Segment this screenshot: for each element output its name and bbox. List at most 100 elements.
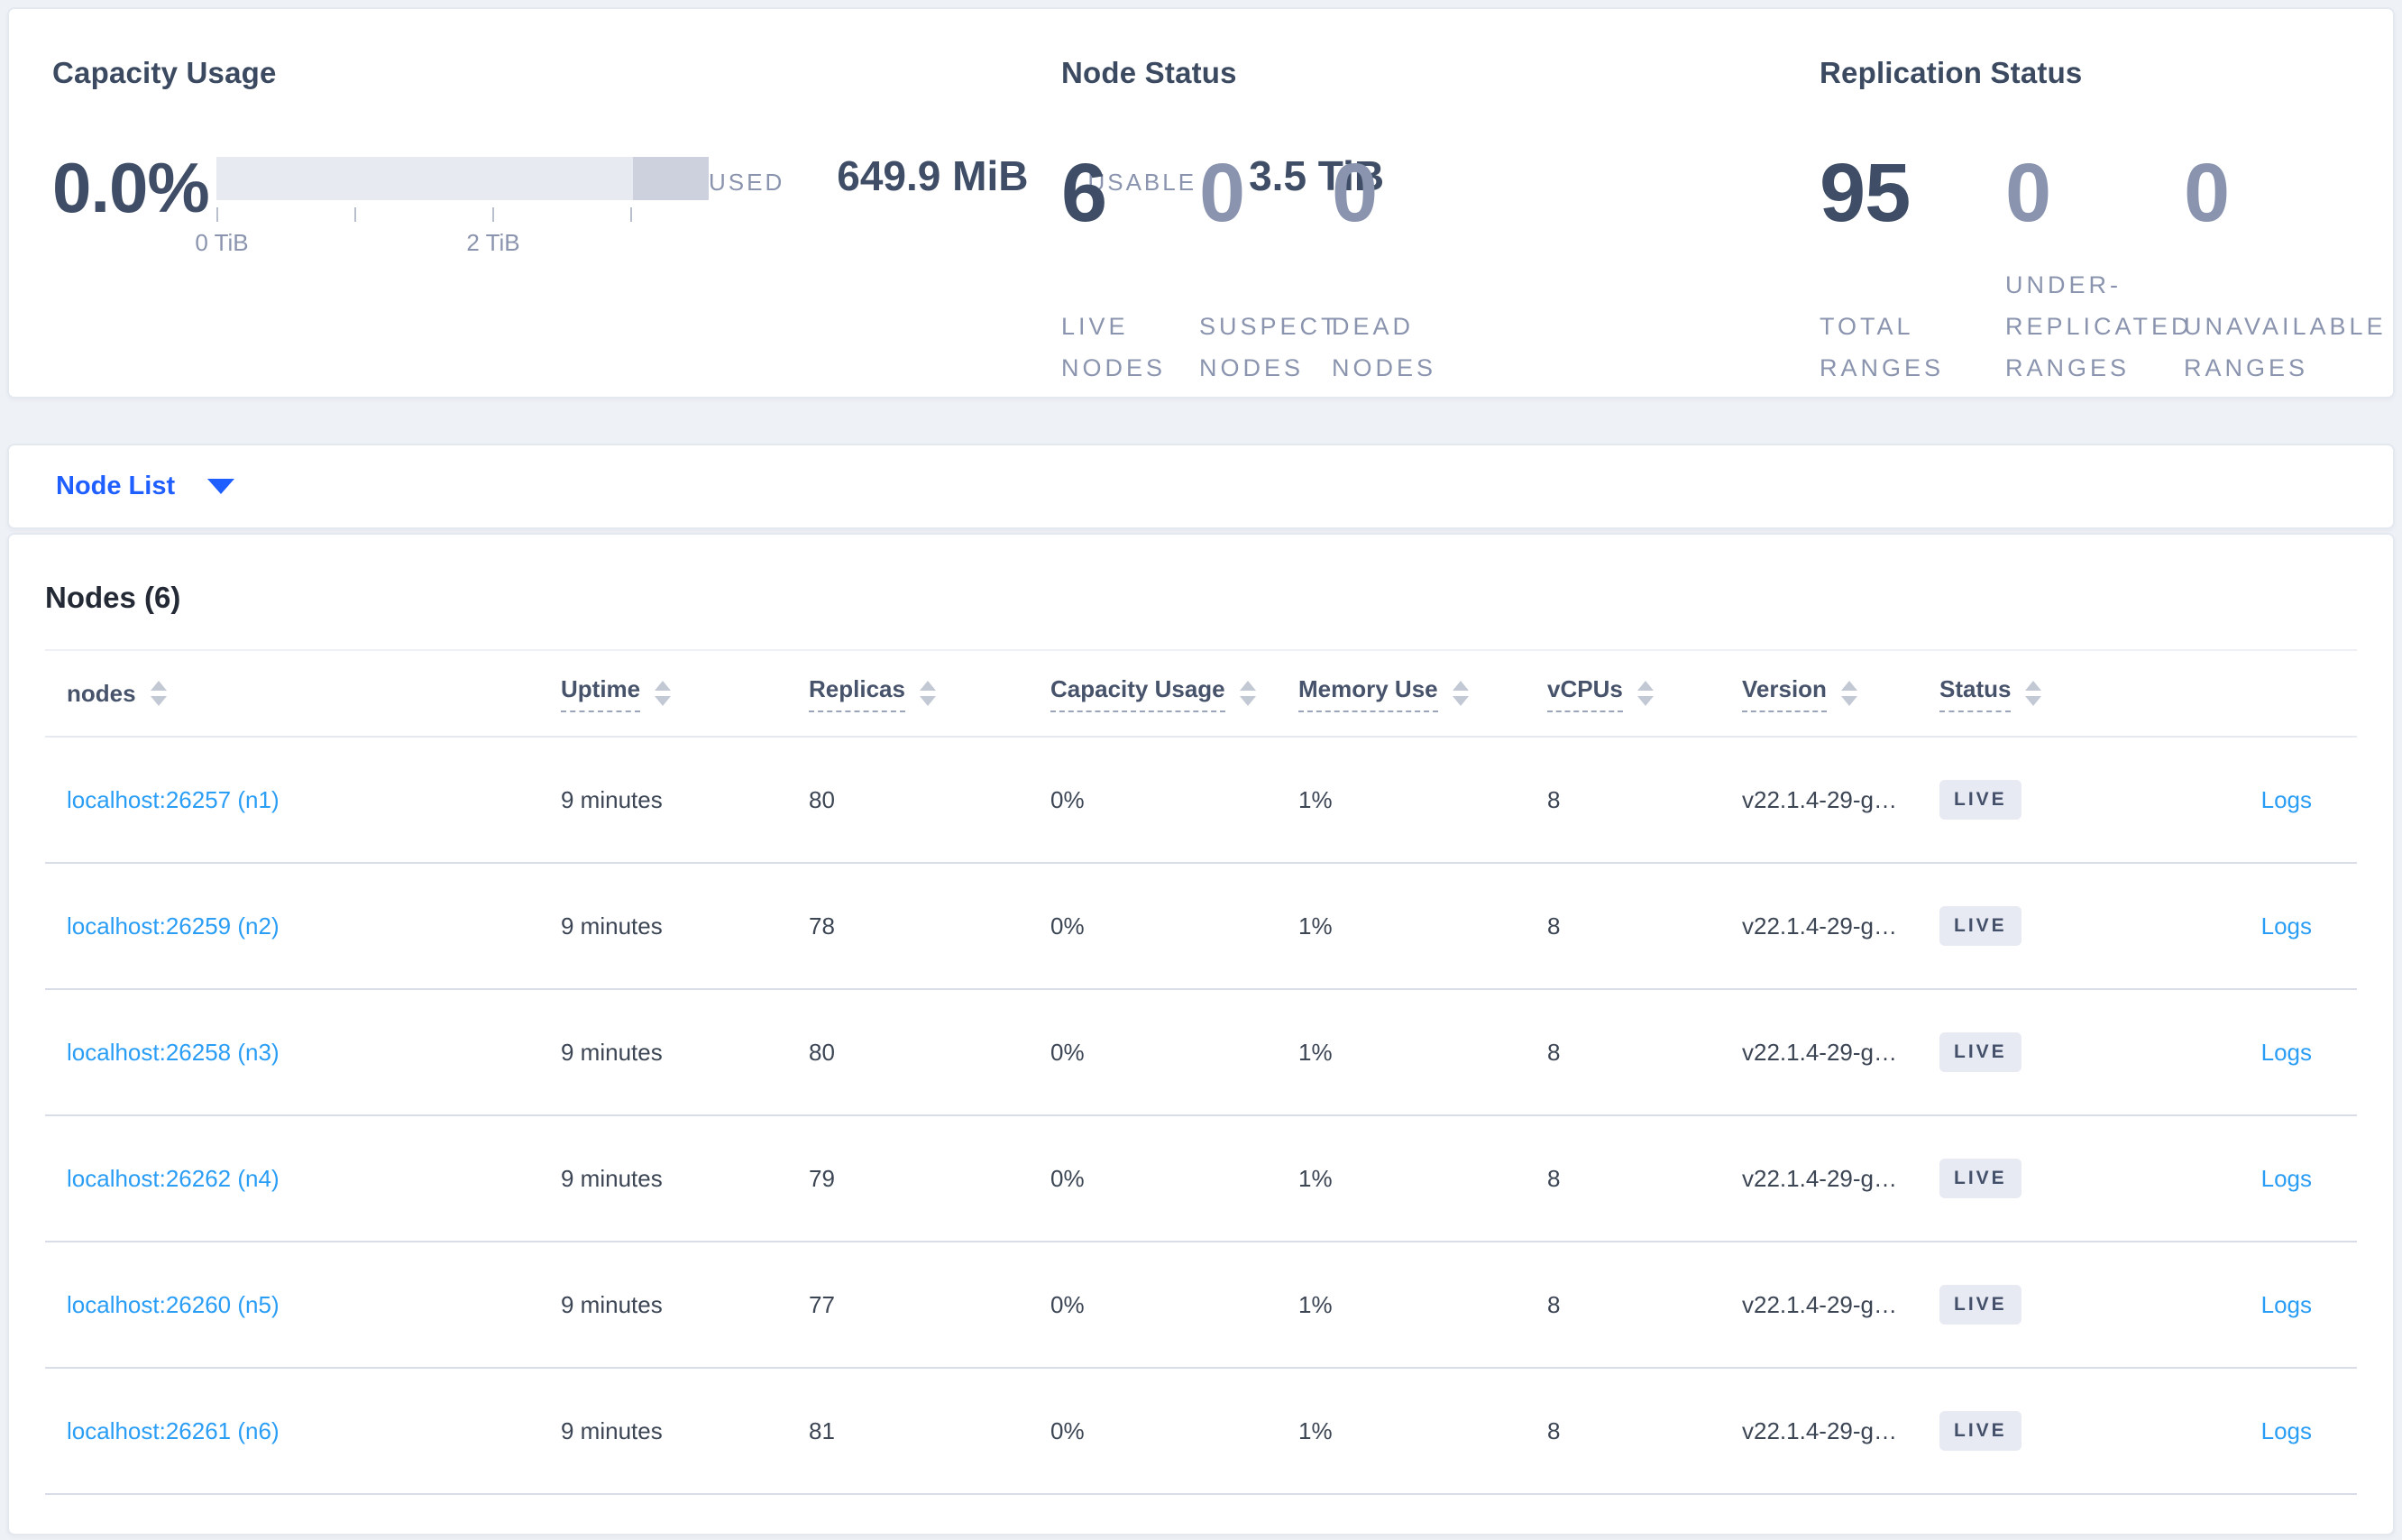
node-name-cell: localhost:26258 (n3) (45, 1039, 561, 1067)
uptime-cell: 9 minutes (561, 1038, 663, 1066)
status-cell: LIVE (1939, 1285, 2130, 1325)
replicas-cell: 80 (809, 785, 835, 813)
memory-cell: 1% (1298, 1290, 1333, 1318)
memory-cell: 1% (1298, 912, 1333, 940)
node-link[interactable]: localhost:26257 (n1) (67, 786, 280, 813)
capacity-axis-label-0: 0 TiB (195, 229, 249, 256)
node-link[interactable]: localhost:26260 (n5) (67, 1291, 280, 1318)
capacity-axis-tick (630, 207, 632, 222)
capacity-axis-label-2: 2 TiB (466, 229, 520, 256)
logs-link[interactable]: Logs (2261, 912, 2312, 940)
capacity-cell: 0% (1050, 785, 1085, 813)
node-name-cell: localhost:26262 (n4) (45, 1165, 561, 1193)
replication-status-title: Replication Status (1820, 56, 2083, 89)
capacity-used-label: USED (709, 169, 785, 196)
status-badge: LIVE (1939, 1411, 2022, 1451)
node-link[interactable]: localhost:26259 (n2) (67, 912, 280, 940)
logs-link[interactable]: Logs (2261, 1417, 2312, 1444)
table-row: localhost:26258 (n3) 9 minutes 80 0% 1% … (45, 990, 2357, 1116)
replicas-cell: 78 (809, 912, 835, 940)
suspect-nodes-value: 0 (1199, 147, 1245, 239)
vcpus-cell: 8 (1547, 1164, 1561, 1192)
capacity-axis-tick (492, 207, 494, 222)
logs-link[interactable]: Logs (2261, 786, 2312, 813)
column-header-uptime[interactable]: Uptime (561, 675, 809, 712)
uptime-cell: 9 minutes (561, 912, 663, 940)
capacity-axis-tick (216, 207, 218, 222)
column-header-capacity-usage[interactable]: Capacity Usage (1050, 675, 1298, 712)
replicas-cell: 79 (809, 1164, 835, 1192)
column-header-status[interactable]: Status (1939, 675, 2130, 712)
logs-cell: Logs (2130, 1291, 2357, 1319)
column-header-memory-use-label: Memory Use (1298, 675, 1438, 712)
live-nodes-value: 6 (1061, 147, 1107, 239)
vcpus-cell: 8 (1547, 1038, 1561, 1066)
node-list-dropdown-label: Node List (56, 472, 176, 500)
unavailable-ranges-value: 0 (2184, 147, 2230, 239)
under-replicated-ranges-stat: 0 UNDER-REPLICATED RANGES (2005, 151, 2193, 389)
status-cell: LIVE (1939, 1159, 2130, 1198)
column-header-replicas[interactable]: Replicas (809, 675, 1050, 712)
column-header-status-label: Status (1939, 675, 2012, 712)
total-ranges-label: TOTAL RANGES (1820, 313, 1945, 381)
status-badge: LIVE (1939, 906, 2022, 946)
table-row: localhost:26257 (n1) 9 minutes 80 0% 1% … (45, 738, 2357, 864)
chevron-down-icon (207, 479, 235, 494)
uptime-cell: 9 minutes (561, 1290, 663, 1318)
status-cell: LIVE (1939, 1032, 2130, 1072)
uptime-cell: 9 minutes (561, 1164, 663, 1192)
uptime-cell: 9 minutes (561, 1416, 663, 1444)
node-name-cell: localhost:26261 (n6) (45, 1417, 561, 1445)
column-header-vcpus-label: vCPUs (1547, 675, 1623, 712)
capacity-used-value: 649.9 MiB (837, 152, 1029, 199)
sort-icon (1239, 681, 1256, 706)
nodes-table-card: Nodes (6) nodes Uptime Replicas Capacity… (7, 533, 2395, 1535)
sort-icon (1636, 681, 1654, 706)
version-cell: v22.1.4-29-g… (1742, 1164, 1897, 1192)
column-header-nodes[interactable]: nodes (45, 680, 561, 708)
vcpus-cell: 8 (1547, 785, 1561, 813)
logs-cell: Logs (2130, 1417, 2357, 1445)
sort-icon (2025, 681, 2042, 706)
node-link[interactable]: localhost:26262 (n4) (67, 1165, 280, 1192)
column-header-replicas-label: Replicas (809, 675, 905, 712)
nodes-table-header: nodes Uptime Replicas Capacity Usage Mem… (45, 649, 2357, 738)
logs-cell: Logs (2130, 1165, 2357, 1193)
status-badge: LIVE (1939, 1285, 2022, 1325)
logs-cell: Logs (2130, 912, 2357, 940)
capacity-usage-title: Capacity Usage (52, 56, 277, 89)
logs-link[interactable]: Logs (2261, 1039, 2312, 1066)
node-link[interactable]: localhost:26258 (n3) (67, 1039, 280, 1066)
capacity-percent-value: 0.0% (52, 148, 210, 227)
node-link[interactable]: localhost:26261 (n6) (67, 1417, 280, 1444)
memory-cell: 1% (1298, 785, 1333, 813)
nodes-table-title: Nodes (6) (45, 581, 181, 614)
capacity-bar-track (216, 157, 709, 200)
version-cell: v22.1.4-29-g… (1742, 1038, 1897, 1066)
logs-cell: Logs (2130, 1039, 2357, 1067)
node-list-dropdown[interactable]: Node List (56, 472, 235, 501)
column-header-memory-use[interactable]: Memory Use (1298, 675, 1547, 712)
nodes-table: nodes Uptime Replicas Capacity Usage Mem… (45, 649, 2357, 1495)
replicas-cell: 81 (809, 1416, 835, 1444)
logs-link[interactable]: Logs (2261, 1291, 2312, 1318)
status-cell: LIVE (1939, 780, 2130, 820)
memory-cell: 1% (1298, 1416, 1333, 1444)
version-cell: v22.1.4-29-g… (1742, 912, 1897, 940)
version-cell: v22.1.4-29-g… (1742, 1290, 1897, 1318)
suspect-nodes-label: SUSPECT NODES (1199, 313, 1340, 381)
column-header-version[interactable]: Version (1742, 675, 1939, 712)
version-cell: v22.1.4-29-g… (1742, 1416, 1897, 1444)
logs-link[interactable]: Logs (2261, 1165, 2312, 1192)
table-row: localhost:26262 (n4) 9 minutes 79 0% 1% … (45, 1116, 2357, 1242)
vcpus-cell: 8 (1547, 912, 1561, 940)
column-header-vcpus[interactable]: vCPUs (1547, 675, 1742, 712)
column-header-nodes-label: nodes (67, 679, 136, 707)
node-status-title: Node Status (1061, 56, 1237, 89)
sort-icon (150, 681, 167, 706)
capacity-usage-section: Capacity Usage 0.0% 0 TiB 2 TiB USED 649… (52, 55, 1384, 389)
live-nodes-stat: 6 LIVE NODES (1061, 151, 1199, 389)
status-badge: LIVE (1939, 1159, 2022, 1198)
under-replicated-ranges-label: UNDER-REPLICATED RANGES (2005, 271, 2193, 381)
capacity-bar-reserved-segment (633, 157, 709, 200)
